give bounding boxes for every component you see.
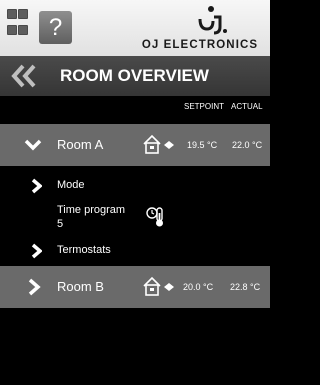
menu-item-termostats[interactable]: Termostats — [0, 240, 270, 260]
setpoint-value: 19.5 °C — [187, 140, 218, 150]
title-bar: ROOM OVERVIEW — [0, 56, 270, 96]
oj-electronics-logo: OJ ELECTRONICS — [132, 5, 268, 53]
logo-mark-icon — [198, 6, 227, 35]
actual-value: 22.0 °C — [232, 140, 263, 150]
chevron-right-icon — [31, 178, 42, 194]
grid-menu-icon[interactable] — [7, 9, 29, 43]
setpoint-column-header: SETPOINT — [184, 102, 225, 111]
back-button[interactable] — [6, 62, 42, 90]
menu-item-label: Termostats — [57, 244, 111, 256]
menu-item-time-program[interactable]: Time program 5 — [0, 202, 270, 232]
clock-thermometer-icon — [146, 207, 163, 227]
chevron-right-icon[interactable] — [27, 278, 41, 296]
help-icon: ? — [48, 14, 63, 41]
house-thermostat-icon — [143, 134, 174, 154]
room-row-a[interactable]: Room A 19.5 °C 22.0 °C — [0, 124, 270, 166]
time-program-number: 5 — [57, 218, 64, 230]
setpoint-value: 20.0 °C — [183, 282, 214, 292]
room-name: Room B — [57, 279, 104, 294]
time-program-label: Time program — [57, 204, 126, 216]
room-row-b[interactable]: Room B 20.0 °C 22.8 °C — [0, 266, 270, 308]
chevron-right-icon — [31, 243, 42, 259]
help-button[interactable]: ? — [39, 11, 72, 44]
house-thermostat-icon — [143, 276, 174, 296]
logo-text: OJ ELECTRONICS — [141, 39, 259, 51]
menu-item-mode[interactable]: Mode — [0, 175, 270, 195]
actual-column-header: ACTUAL — [231, 102, 263, 111]
chevron-down-icon[interactable] — [24, 138, 42, 152]
actual-value: 22.8 °C — [230, 282, 261, 292]
page-title: ROOM OVERVIEW — [60, 66, 209, 85]
top-bar: ? OJ ELECTRONICS — [0, 0, 270, 56]
menu-item-label: Mode — [57, 179, 85, 191]
room-name: Room A — [57, 137, 104, 152]
